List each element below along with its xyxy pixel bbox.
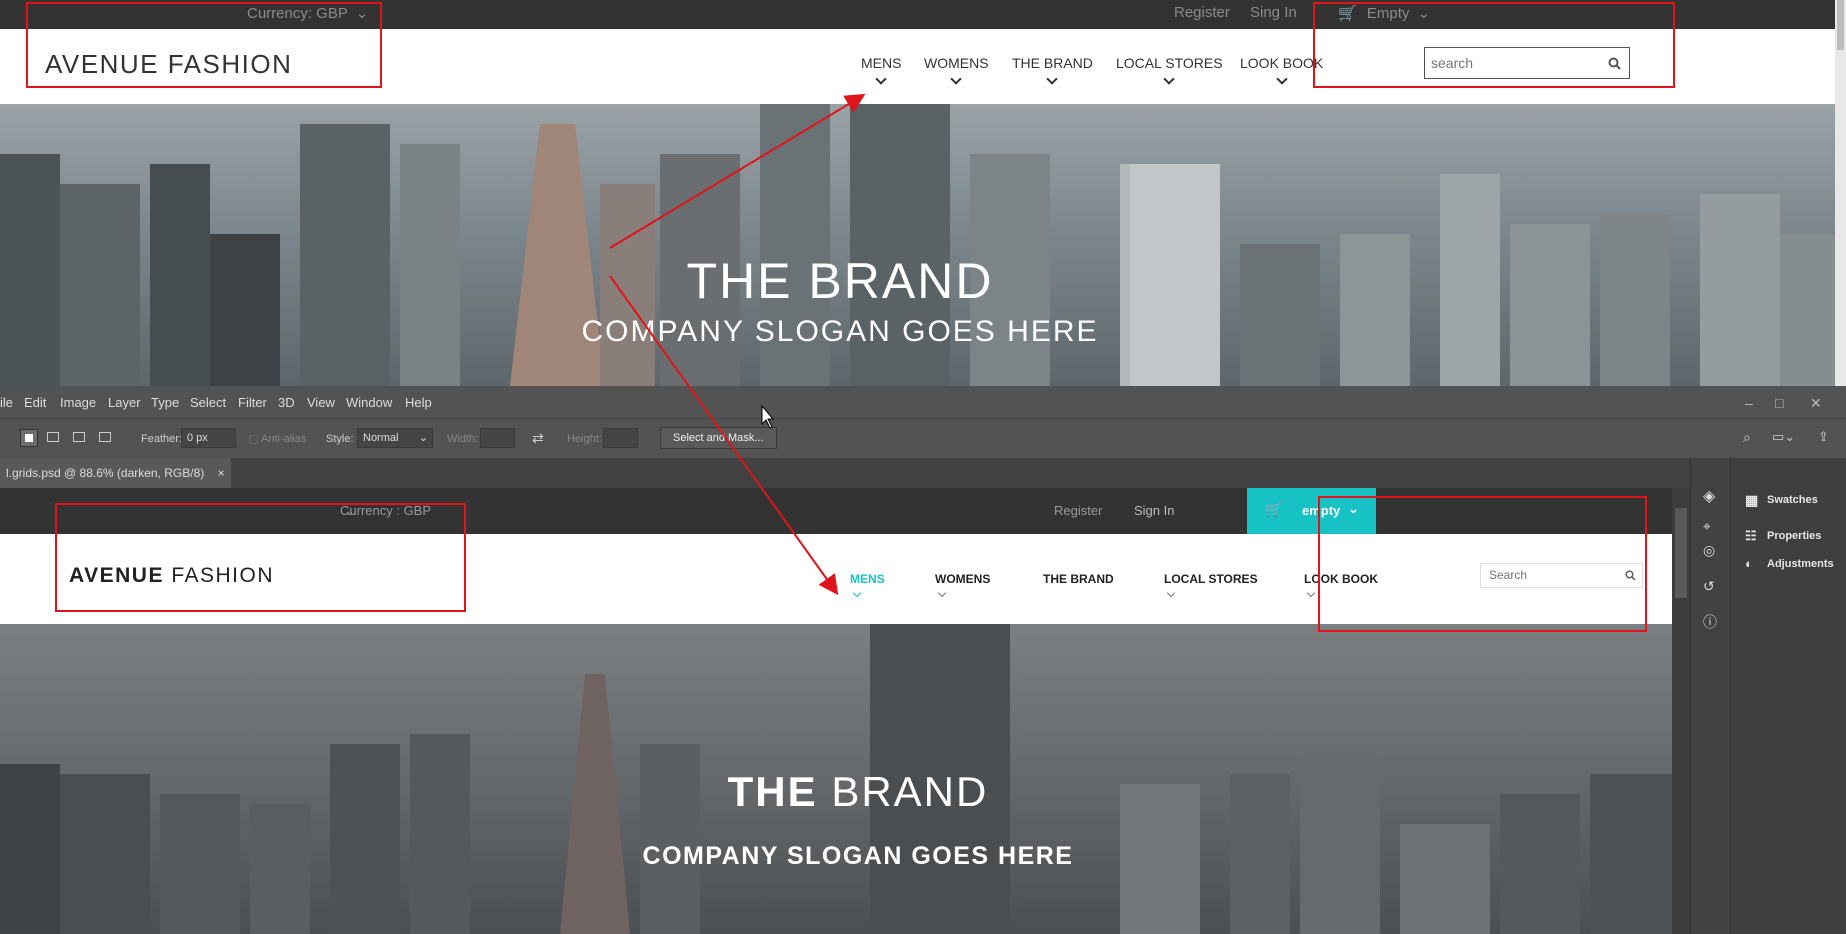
nav-item-the-brand[interactable]: THE BRAND <box>1012 55 1093 85</box>
chevron-down-icon: ⌄ <box>418 432 428 444</box>
nav-item-local-stores[interactable]: LOCAL STORES <box>1116 55 1223 85</box>
maximize-icon[interactable]: □ <box>1775 395 1783 411</box>
doc-nav-mens: MENS <box>850 572 885 598</box>
cart-icon: 🛒 <box>1265 501 1283 517</box>
search-icon[interactable]: ⌕ <box>1743 429 1751 446</box>
style-select[interactable]: Normal ⌄ <box>357 428 433 448</box>
height-input[interactable] <box>603 428 638 448</box>
menu-3d[interactable]: 3D <box>278 395 295 410</box>
chevron-down-icon <box>950 73 962 85</box>
doc-signin: Sign In <box>1134 503 1175 518</box>
panel-swatches[interactable]: ▦ Swatches <box>1745 492 1818 508</box>
panel-icon-strip: ◈ ⌖ ◎ ↺ ⓘ <box>1690 458 1730 934</box>
subtract-selection-icon[interactable] <box>73 432 85 442</box>
properties-icon: ☷ <box>1745 528 1757 543</box>
annotation-box-logo-bottom <box>55 503 466 612</box>
scrollbar-thumb[interactable] <box>1675 508 1687 598</box>
height-label: Height: <box>567 433 602 445</box>
signin-link[interactable]: Sing In <box>1250 4 1297 21</box>
minimize-icon[interactable]: – <box>1745 395 1753 411</box>
workspace-icon[interactable]: ▭⌄ <box>1772 429 1795 445</box>
menu-filter[interactable]: Filter <box>238 395 267 410</box>
doc-register: Register <box>1054 503 1103 518</box>
chevron-down-icon <box>852 588 862 598</box>
close-icon[interactable]: × <box>218 466 225 480</box>
width-input[interactable] <box>480 428 515 448</box>
chevron-down-icon <box>937 588 947 598</box>
swap-icon[interactable]: ⇄ <box>532 430 544 447</box>
photoshop-window: ile Edit Image Layer Type Select Filter … <box>0 386 1846 934</box>
adjustments-icon: ◐ <box>1745 556 1753 571</box>
canvas-vertical-scrollbar[interactable] <box>1672 488 1690 934</box>
doc-hero-title: THE BRAND <box>727 768 989 815</box>
register-link[interactable]: Register <box>1174 4 1230 21</box>
menu-window[interactable]: Window <box>346 395 392 410</box>
share-icon[interactable]: ⇪ <box>1818 429 1829 445</box>
menu-type[interactable]: Type <box>151 395 179 410</box>
nav-item-womens[interactable]: WOMENS <box>924 55 989 85</box>
layers-icon[interactable]: ◈ <box>1703 486 1715 506</box>
panel-adjustments[interactable]: ◐ Adjustments <box>1745 556 1834 571</box>
menu-select[interactable]: Select <box>190 395 226 410</box>
menu-bar: ile Edit Image Layer Type Select Filter … <box>0 386 1846 418</box>
width-label: Width: <box>447 433 479 445</box>
hero-banner: THE BRAND COMPANY SLOGAN GOES HERE <box>0 104 1846 386</box>
feather-label: Feather: <box>141 433 182 445</box>
document-tab[interactable]: l.grids.psd @ 88.6% (darken, RGB/8) × <box>0 458 231 488</box>
nav-item-look-book[interactable]: LOOK BOOK <box>1240 55 1323 85</box>
chevron-down-icon <box>1166 588 1176 598</box>
chevron-down-icon <box>1163 73 1175 85</box>
scrollbar-thumb[interactable] <box>1837 0 1844 50</box>
hero-title: THE BRAND <box>686 253 994 309</box>
menu-layer[interactable]: Layer <box>108 395 141 410</box>
chevron-down-icon <box>1046 73 1059 85</box>
add-selection-icon[interactable] <box>47 432 59 442</box>
menu-help[interactable]: Help <box>405 395 432 410</box>
chevron-down-icon <box>875 73 887 85</box>
options-bar: Feather: 0 px Anti-alias Style: Normal ⌄… <box>0 418 1846 458</box>
channels-icon[interactable]: ◎ <box>1703 542 1715 559</box>
menu-edit[interactable]: Edit <box>24 395 46 410</box>
hero-slogan: COMPANY SLOGAN GOES HERE <box>581 315 1099 348</box>
document-tab-bar: l.grids.psd @ 88.6% (darken, RGB/8) × <box>0 458 1696 488</box>
menu-image[interactable]: Image <box>60 395 96 410</box>
close-icon[interactable]: ✕ <box>1810 395 1822 412</box>
antialias-checkbox[interactable]: Anti-alias <box>249 433 306 445</box>
annotation-box-search-top <box>1313 2 1675 88</box>
panels-dock: ▦ Swatches ☷ Properties ◐ Adjustments <box>1730 458 1846 934</box>
select-and-mask-button[interactable]: Select and Mask... <box>660 427 777 449</box>
doc-hero: THE BRAND COMPANY SLOGAN GOES HERE <box>0 624 1672 934</box>
paths-icon[interactable]: ⌖ <box>1703 518 1711 535</box>
doc-hero-slogan: COMPANY SLOGAN GOES HERE <box>642 842 1074 870</box>
new-selection-icon[interactable] <box>20 429 38 447</box>
browser-scrollbar[interactable] <box>1835 0 1846 386</box>
intersect-selection-icon[interactable] <box>99 432 111 442</box>
chevron-down-icon <box>1306 588 1316 598</box>
history-icon[interactable]: ↺ <box>1703 578 1715 595</box>
menu-view[interactable]: View <box>307 395 335 410</box>
grid-icon: ▦ <box>1745 492 1759 508</box>
feather-input[interactable]: 0 px <box>181 428 236 448</box>
doc-nav-the-brand: THE BRAND <box>1043 572 1114 586</box>
annotation-box-logo-top <box>26 2 382 88</box>
panel-properties[interactable]: ☷ Properties <box>1745 528 1821 543</box>
nav-item-mens[interactable]: MENS <box>861 55 901 85</box>
info-icon[interactable]: ⓘ <box>1703 612 1717 632</box>
doc-nav-womens: WOMENS <box>935 572 990 598</box>
annotation-box-search-bottom <box>1318 496 1647 632</box>
doc-nav-local-stores: LOCAL STORES <box>1164 572 1258 598</box>
style-label: Style: <box>326 433 354 445</box>
menu-file[interactable]: ile <box>0 395 13 410</box>
chevron-down-icon <box>1275 73 1288 85</box>
